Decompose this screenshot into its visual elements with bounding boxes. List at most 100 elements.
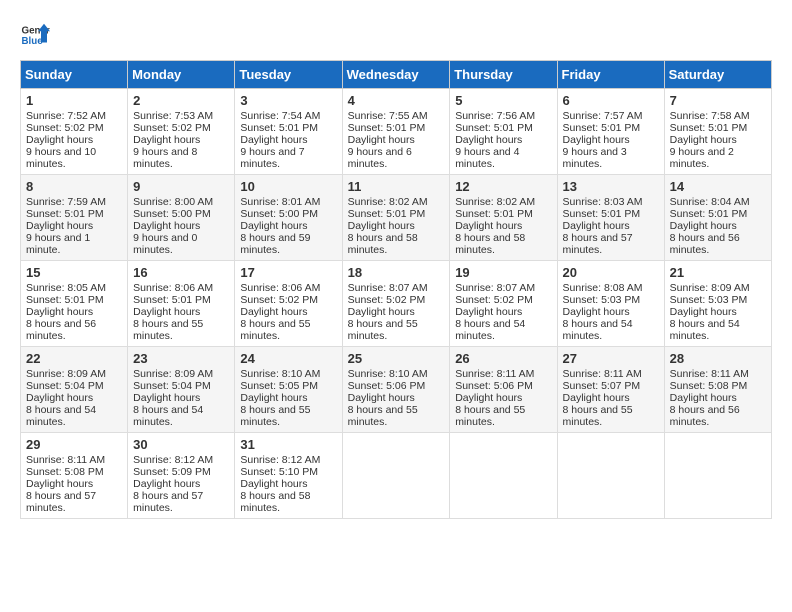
sunset: Sunset: 5:05 PM bbox=[240, 380, 318, 392]
sunset: Sunset: 5:01 PM bbox=[455, 122, 533, 134]
day-number: 7 bbox=[670, 93, 766, 108]
day-number: 23 bbox=[133, 351, 229, 366]
daylight-label: Daylight hours bbox=[133, 478, 200, 490]
day-number: 19 bbox=[455, 265, 551, 280]
sunrise: Sunrise: 7:59 AM bbox=[26, 196, 106, 208]
day-cell-15: 15 Sunrise: 8:05 AM Sunset: 5:01 PM Dayl… bbox=[21, 261, 128, 347]
daylight-value: 8 hours and 56 minutes. bbox=[670, 232, 740, 256]
day-cell-9: 9 Sunrise: 8:00 AM Sunset: 5:00 PM Dayli… bbox=[128, 175, 235, 261]
daylight-label: Daylight hours bbox=[348, 220, 415, 232]
day-cell-28: 28 Sunrise: 8:11 AM Sunset: 5:08 PM Dayl… bbox=[664, 347, 771, 433]
daylight-value: 9 hours and 3 minutes. bbox=[563, 146, 627, 170]
daylight-value: 8 hours and 55 minutes. bbox=[563, 404, 633, 428]
sunrise: Sunrise: 8:11 AM bbox=[563, 368, 642, 380]
day-number: 16 bbox=[133, 265, 229, 280]
daylight-value: 9 hours and 1 minute. bbox=[26, 232, 90, 256]
sunset: Sunset: 5:08 PM bbox=[26, 466, 104, 478]
day-cell-3: 3 Sunrise: 7:54 AM Sunset: 5:01 PM Dayli… bbox=[235, 89, 342, 175]
daylight-value: 8 hours and 58 minutes. bbox=[240, 490, 310, 514]
empty-cell bbox=[557, 433, 664, 519]
daylight-value: 8 hours and 56 minutes. bbox=[26, 318, 96, 342]
day-cell-30: 30 Sunrise: 8:12 AM Sunset: 5:09 PM Dayl… bbox=[128, 433, 235, 519]
sunset: Sunset: 5:09 PM bbox=[133, 466, 211, 478]
week-row-5: 29 Sunrise: 8:11 AM Sunset: 5:08 PM Dayl… bbox=[21, 433, 772, 519]
sunrise: Sunrise: 7:58 AM bbox=[670, 110, 750, 122]
sunset: Sunset: 5:01 PM bbox=[563, 208, 641, 220]
sunset: Sunset: 5:01 PM bbox=[26, 208, 104, 220]
day-cell-31: 31 Sunrise: 8:12 AM Sunset: 5:10 PM Dayl… bbox=[235, 433, 342, 519]
daylight-label: Daylight hours bbox=[26, 392, 93, 404]
sunset: Sunset: 5:01 PM bbox=[348, 122, 426, 134]
daylight-value: 8 hours and 55 minutes. bbox=[133, 318, 203, 342]
daylight-label: Daylight hours bbox=[455, 392, 522, 404]
sunset: Sunset: 5:10 PM bbox=[240, 466, 318, 478]
day-cell-29: 29 Sunrise: 8:11 AM Sunset: 5:08 PM Dayl… bbox=[21, 433, 128, 519]
daylight-label: Daylight hours bbox=[240, 220, 307, 232]
sunset: Sunset: 5:07 PM bbox=[563, 380, 641, 392]
daylight-value: 9 hours and 0 minutes. bbox=[133, 232, 197, 256]
sunset: Sunset: 5:00 PM bbox=[133, 208, 211, 220]
daylight-label: Daylight hours bbox=[348, 392, 415, 404]
sunrise: Sunrise: 8:12 AM bbox=[133, 454, 213, 466]
day-number: 21 bbox=[670, 265, 766, 280]
day-cell-14: 14 Sunrise: 8:04 AM Sunset: 5:01 PM Dayl… bbox=[664, 175, 771, 261]
daylight-value: 9 hours and 7 minutes. bbox=[240, 146, 304, 170]
day-number: 10 bbox=[240, 179, 336, 194]
sunrise: Sunrise: 8:10 AM bbox=[240, 368, 320, 380]
weekday-header-friday: Friday bbox=[557, 61, 664, 89]
daylight-value: 8 hours and 55 minutes. bbox=[240, 404, 310, 428]
day-number: 13 bbox=[563, 179, 659, 194]
weekday-header-row: SundayMondayTuesdayWednesdayThursdayFrid… bbox=[21, 61, 772, 89]
day-cell-1: 1 Sunrise: 7:52 AM Sunset: 5:02 PM Dayli… bbox=[21, 89, 128, 175]
day-cell-23: 23 Sunrise: 8:09 AM Sunset: 5:04 PM Dayl… bbox=[128, 347, 235, 433]
day-cell-17: 17 Sunrise: 8:06 AM Sunset: 5:02 PM Dayl… bbox=[235, 261, 342, 347]
daylight-label: Daylight hours bbox=[670, 392, 737, 404]
day-number: 8 bbox=[26, 179, 122, 194]
empty-cell bbox=[450, 433, 557, 519]
day-number: 1 bbox=[26, 93, 122, 108]
daylight-value: 9 hours and 10 minutes. bbox=[26, 146, 96, 170]
daylight-value: 8 hours and 54 minutes. bbox=[133, 404, 203, 428]
day-number: 29 bbox=[26, 437, 122, 452]
daylight-label: Daylight hours bbox=[26, 134, 93, 146]
day-cell-25: 25 Sunrise: 8:10 AM Sunset: 5:06 PM Dayl… bbox=[342, 347, 450, 433]
daylight-value: 8 hours and 57 minutes. bbox=[133, 490, 203, 514]
daylight-label: Daylight hours bbox=[455, 306, 522, 318]
daylight-value: 8 hours and 54 minutes. bbox=[670, 318, 740, 342]
day-cell-10: 10 Sunrise: 8:01 AM Sunset: 5:00 PM Dayl… bbox=[235, 175, 342, 261]
daylight-label: Daylight hours bbox=[133, 134, 200, 146]
daylight-label: Daylight hours bbox=[26, 220, 93, 232]
day-cell-22: 22 Sunrise: 8:09 AM Sunset: 5:04 PM Dayl… bbox=[21, 347, 128, 433]
empty-cell bbox=[664, 433, 771, 519]
sunset: Sunset: 5:01 PM bbox=[563, 122, 641, 134]
day-number: 17 bbox=[240, 265, 336, 280]
sunrise: Sunrise: 8:09 AM bbox=[670, 282, 750, 294]
daylight-label: Daylight hours bbox=[240, 392, 307, 404]
day-cell-8: 8 Sunrise: 7:59 AM Sunset: 5:01 PM Dayli… bbox=[21, 175, 128, 261]
daylight-label: Daylight hours bbox=[670, 220, 737, 232]
sunrise: Sunrise: 8:11 AM bbox=[670, 368, 749, 380]
sunrise: Sunrise: 8:09 AM bbox=[26, 368, 106, 380]
svg-text:Blue: Blue bbox=[22, 36, 44, 47]
daylight-value: 8 hours and 54 minutes. bbox=[26, 404, 96, 428]
weekday-header-saturday: Saturday bbox=[664, 61, 771, 89]
daylight-value: 8 hours and 58 minutes. bbox=[348, 232, 418, 256]
day-number: 24 bbox=[240, 351, 336, 366]
day-cell-5: 5 Sunrise: 7:56 AM Sunset: 5:01 PM Dayli… bbox=[450, 89, 557, 175]
daylight-label: Daylight hours bbox=[563, 306, 630, 318]
sunset: Sunset: 5:00 PM bbox=[240, 208, 318, 220]
day-cell-7: 7 Sunrise: 7:58 AM Sunset: 5:01 PM Dayli… bbox=[664, 89, 771, 175]
sunset: Sunset: 5:01 PM bbox=[670, 122, 748, 134]
daylight-value: 8 hours and 59 minutes. bbox=[240, 232, 310, 256]
sunrise: Sunrise: 8:03 AM bbox=[563, 196, 643, 208]
sunrise: Sunrise: 8:06 AM bbox=[133, 282, 213, 294]
sunset: Sunset: 5:02 PM bbox=[26, 122, 104, 134]
sunrise: Sunrise: 7:55 AM bbox=[348, 110, 428, 122]
day-number: 30 bbox=[133, 437, 229, 452]
daylight-label: Daylight hours bbox=[133, 392, 200, 404]
daylight-value: 9 hours and 6 minutes. bbox=[348, 146, 412, 170]
daylight-label: Daylight hours bbox=[563, 134, 630, 146]
day-cell-13: 13 Sunrise: 8:03 AM Sunset: 5:01 PM Dayl… bbox=[557, 175, 664, 261]
daylight-label: Daylight hours bbox=[348, 306, 415, 318]
sunrise: Sunrise: 8:08 AM bbox=[563, 282, 643, 294]
